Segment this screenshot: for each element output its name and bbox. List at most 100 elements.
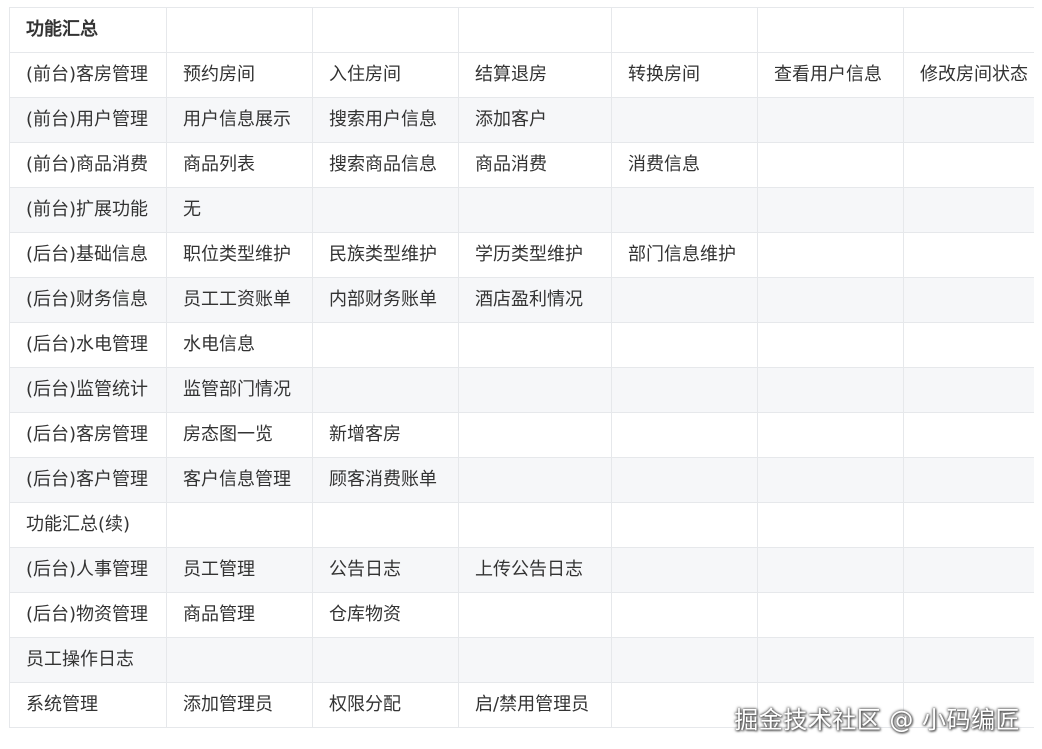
feature-cell <box>903 457 1034 503</box>
feature-cell: 启/禁用管理员 <box>458 682 612 728</box>
feature-cell <box>166 502 313 548</box>
feature-cell <box>757 322 904 368</box>
feature-cell <box>757 592 904 638</box>
module-name-cell: (后台)基础信息 <box>9 232 167 278</box>
feature-cell <box>611 412 758 458</box>
feature-cell <box>611 502 758 548</box>
feature-cell <box>611 547 758 593</box>
table-body: 功能汇总 (前台)客房管理 预约房间 入住房间 结算退房 转换房间 查看用户信息 修改房间状态… <box>9 7 1034 728</box>
feature-cell: 部门信息维护 <box>611 232 758 278</box>
feature-cell <box>458 637 612 683</box>
feature-cell: 搜索商品信息 <box>312 142 459 188</box>
module-name-cell: (前台)用户管理 <box>9 97 167 143</box>
module-name-cell: (后台)财务信息 <box>9 277 167 323</box>
feature-cell <box>611 277 758 323</box>
table-row: (后台)基础信息 职位类型维护 民族类型维护 学历类型维护 部门信息维护 <box>9 232 1034 278</box>
feature-cell: 顾客消费账单 <box>312 457 459 503</box>
feature-cell <box>903 7 1034 53</box>
table-row: (后台)财务信息 员工工资账单 内部财务账单 酒店盈利情况 <box>9 277 1034 323</box>
feature-summary-table: 功能汇总 (前台)客房管理 预约房间 入住房间 结算退房 转换房间 查看用户信息 修改房间状态… <box>9 7 1034 728</box>
feature-summary-table-container: 功能汇总 (前台)客房管理 预约房间 入住房间 结算退房 转换房间 查看用户信息 修改房间状态… <box>9 7 1034 746</box>
feature-cell <box>903 142 1034 188</box>
table-row: (后台)物资管理 商品管理 仓库物资 <box>9 592 1034 638</box>
feature-cell <box>903 637 1034 683</box>
feature-cell <box>903 232 1034 278</box>
module-name-cell: (后台)客房管理 <box>9 412 167 458</box>
table-row: (后台)监管统计 监管部门情况 <box>9 367 1034 413</box>
feature-cell: 仓库物资 <box>312 592 459 638</box>
module-name-cell: (前台)商品消费 <box>9 142 167 188</box>
table-row: (前台)扩展功能无 <box>9 187 1034 233</box>
feature-cell <box>611 322 758 368</box>
module-name-cell: (后台)客户管理 <box>9 457 167 503</box>
feature-cell: 新增客房 <box>312 412 459 458</box>
feature-cell: 职位类型维护 <box>166 232 313 278</box>
module-name-cell: 员工操作日志 <box>9 637 167 683</box>
feature-cell <box>611 97 758 143</box>
module-name-cell: (前台)扩展功能 <box>9 187 167 233</box>
feature-cell <box>458 322 612 368</box>
feature-cell <box>757 367 904 413</box>
module-name-cell: (后台)监管统计 <box>9 367 167 413</box>
module-name-cell: 功能汇总 <box>9 7 167 53</box>
feature-cell <box>166 637 313 683</box>
feature-cell: 用户信息展示 <box>166 97 313 143</box>
feature-cell: 商品列表 <box>166 142 313 188</box>
feature-cell <box>611 187 758 233</box>
feature-cell <box>757 547 904 593</box>
feature-cell: 员工工资账单 <box>166 277 313 323</box>
table-header-row: 功能汇总 <box>9 7 1034 53</box>
feature-cell <box>757 232 904 278</box>
feature-cell <box>611 637 758 683</box>
feature-cell <box>458 457 612 503</box>
table-row: 功能汇总(续) <box>9 502 1034 548</box>
feature-cell <box>611 457 758 503</box>
module-name-cell: (前台)客房管理 <box>9 52 167 98</box>
feature-cell: 修改房间状态 <box>903 52 1034 98</box>
feature-cell: 监管部门情况 <box>166 367 313 413</box>
feature-cell <box>312 502 459 548</box>
feature-cell <box>903 367 1034 413</box>
feature-cell <box>611 367 758 413</box>
feature-cell <box>757 7 904 53</box>
feature-cell <box>458 367 612 413</box>
feature-cell <box>757 277 904 323</box>
feature-cell <box>458 412 612 458</box>
feature-cell <box>312 7 459 53</box>
feature-cell: 入住房间 <box>312 52 459 98</box>
feature-cell: 公告日志 <box>312 547 459 593</box>
feature-cell <box>757 457 904 503</box>
feature-cell <box>757 637 904 683</box>
feature-cell <box>903 187 1034 233</box>
feature-cell: 添加管理员 <box>166 682 313 728</box>
module-name-cell: (后台)人事管理 <box>9 547 167 593</box>
feature-cell: 添加客户 <box>458 97 612 143</box>
feature-cell: 民族类型维护 <box>312 232 459 278</box>
feature-cell: 商品消费 <box>458 142 612 188</box>
table-row: (前台)用户管理 用户信息展示 搜索用户信息 添加客户 <box>9 97 1034 143</box>
feature-cell: 权限分配 <box>312 682 459 728</box>
feature-cell <box>312 187 459 233</box>
feature-cell <box>903 412 1034 458</box>
feature-cell: 上传公告日志 <box>458 547 612 593</box>
feature-cell <box>458 502 612 548</box>
feature-cell <box>458 7 612 53</box>
feature-cell: 水电信息 <box>166 322 313 368</box>
feature-cell <box>757 502 904 548</box>
feature-cell <box>903 322 1034 368</box>
feature-cell <box>757 97 904 143</box>
feature-cell <box>903 277 1034 323</box>
table-row: (后台)客户管理 客户信息管理 顾客消费账单 <box>9 457 1034 503</box>
feature-cell <box>757 412 904 458</box>
feature-cell: 商品管理 <box>166 592 313 638</box>
feature-cell <box>611 7 758 53</box>
feature-cell: 客户信息管理 <box>166 457 313 503</box>
feature-cell <box>611 592 758 638</box>
module-name-cell: (后台)物资管理 <box>9 592 167 638</box>
module-name-cell: 系统管理 <box>9 682 167 728</box>
table-row: (后台)客房管理 房态图一览 新增客房 <box>9 412 1034 458</box>
feature-cell: 内部财务账单 <box>312 277 459 323</box>
feature-cell <box>903 547 1034 593</box>
feature-cell <box>757 142 904 188</box>
feature-cell <box>312 637 459 683</box>
